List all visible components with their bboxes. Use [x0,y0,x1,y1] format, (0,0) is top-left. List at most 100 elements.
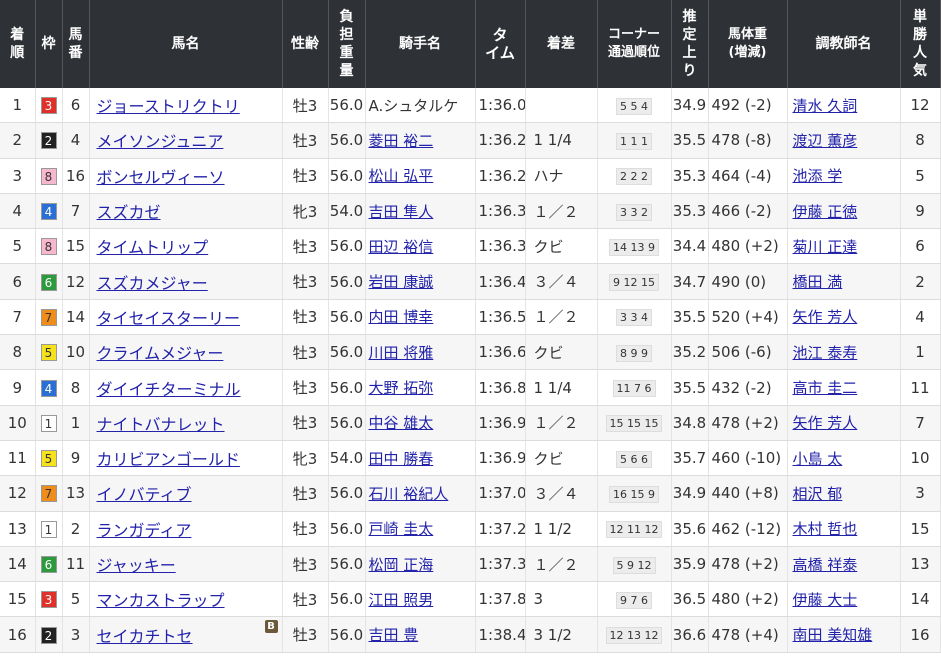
horse-name-link[interactable]: ナイトバナレット [93,415,225,434]
horse-name-link[interactable]: ジャッキー [93,556,176,575]
header-waku: 枠 [35,0,63,88]
last3f-cell: 34.9 [671,88,709,124]
popularity-cell: 6 [900,228,941,265]
jockey-cell: A.シュタルケ [365,88,476,124]
weight-cell: 56.0 [328,581,366,618]
horse-name-link[interactable]: メイソンジュニア [93,132,224,151]
horse-name-link[interactable]: スズカメジャー [93,274,208,293]
jockey-link[interactable]: 吉田 豊 [369,626,419,644]
horse-name-cell: メイソンジュニア [89,122,283,159]
jockey-link[interactable]: 松山 弘平 [369,167,434,185]
jockey-link[interactable]: 江田 照男 [369,591,434,609]
trainer-link[interactable]: 清水 久詞 [793,97,858,115]
horse-name-link[interactable]: タイセイスターリー [93,309,241,328]
trainer-link[interactable]: 高橋 祥泰 [793,556,858,574]
trainer-link[interactable]: 伊藤 正徳 [793,203,858,221]
header-time: タイム [475,0,526,88]
trainer-link[interactable]: 橋田 満 [793,273,843,291]
trainer-link[interactable]: 矢作 芳人 [793,414,858,432]
jockey-link[interactable]: 内田 博幸 [369,308,434,326]
waku-badge: 4 [40,379,57,397]
jockey-link[interactable]: 田中 勝春 [369,450,434,468]
trainer-link[interactable]: 高市 圭二 [793,379,858,397]
waku-badge: 5 [40,450,57,468]
popularity-cell: 5 [900,158,941,194]
margin-cell: １／２ [525,299,598,336]
weight-cell: 56.0 [328,334,366,371]
sex-age-cell: 牡3 [282,263,329,300]
header-sex-age: 性齢 [282,0,329,88]
trainer-link[interactable]: 池江 泰寿 [793,344,858,362]
waku-badge: 2 [40,626,57,644]
popularity-cell: 12 [900,88,941,124]
horse-name-link[interactable]: セイカチトセ [93,627,193,646]
corner-cell: 11 7 6 [597,369,672,406]
trainer-link[interactable]: 小島 太 [793,450,843,468]
time-cell: 1:36.6 [475,334,526,371]
horse-name-cell: スズカゼ [89,193,283,230]
blinker-badge-icon: B [264,620,278,634]
last3f-cell: 35.7 [671,440,709,477]
trainer-link[interactable]: 矢作 芳人 [793,308,858,326]
horse-name-link[interactable]: ジョーストリクトリ [93,97,240,116]
trainer-link[interactable]: 南田 美知雄 [793,626,873,644]
body-weight-cell: 478 (+2) [708,405,788,441]
weight-cell: 54.0 [328,193,366,230]
rank-cell: 1 [0,88,36,124]
jockey-link[interactable]: 松岡 正海 [369,556,434,574]
header-trainer: 調教師名 [787,0,901,88]
jockey-link[interactable]: 戸崎 圭太 [369,520,434,538]
jockey-link[interactable]: 岩田 康誠 [369,273,434,291]
table-row: 2 2 4 メイソンジュニア 牡3 56.0 菱田 裕二 1:36.2 1 1/4 1 1 1 35… [0,122,941,159]
jockey-link[interactable]: 川田 将雅 [369,344,434,362]
horse-name-link[interactable]: クライムメジャー [93,344,224,363]
horse-name-cell: ダイイチターミナル [89,369,283,406]
trainer-link[interactable]: 伊藤 大士 [793,591,858,609]
trainer-link[interactable]: 渡辺 薫彦 [793,132,858,150]
horse-name-link[interactable]: スズカゼ [93,203,161,222]
trainer-link[interactable]: 池添 学 [793,167,843,185]
horse-name-link[interactable]: ボンセルヴィーソ [93,168,225,187]
weight-cell: 56.0 [328,405,366,441]
horse-name-link[interactable]: タイムトリップ [93,238,209,257]
weight-cell: 56.0 [328,616,366,653]
trainer-link[interactable]: 相沢 郁 [793,485,843,503]
corner-cell: 1 1 1 [597,122,672,159]
jockey-link[interactable]: 大野 拓弥 [369,379,434,397]
horse-name-link[interactable]: イノバティブ [93,485,192,504]
sex-age-cell: 牝3 [282,440,329,477]
table-row: 6 6 12 スズカメジャー 牡3 56.0 岩田 康誠 1:36.4 ３／４ 9 12 15 34… [0,263,941,300]
jockey-link[interactable]: 石川 裕紀人 [369,485,449,503]
trainer-link[interactable]: 菊川 正達 [793,238,858,256]
jockey-cell: 吉田 豊 [365,616,476,653]
race-results-table: 着順 枠 馬番 馬名 性齢 負担重量 騎手名 タイム 着差 コーナー通過順位 推… [0,0,941,653]
corner-cell: 3 3 4 [597,299,672,336]
margin-cell: ３／４ [525,263,598,300]
last3f-cell: 35.3 [671,158,709,194]
rank-cell: 3 [0,158,36,194]
popularity-cell: 1 [900,334,941,371]
corner-cell: 5 5 4 [597,88,672,124]
horse-name-link[interactable]: ランガディア [93,521,192,540]
margin-cell: 1 1/4 [525,369,598,406]
body-weight-cell: 490 (0) [708,263,788,300]
corner-cell: 2 2 2 [597,158,672,194]
jockey-link[interactable]: 吉田 隼人 [369,203,434,221]
jockey-link[interactable]: 菱田 裕二 [369,132,434,150]
trainer-cell: 高市 圭二 [787,369,901,406]
sex-age-cell: 牡3 [282,581,329,618]
horse-name-link[interactable]: カリビアンゴールド [93,450,240,469]
umaban-cell: 1 [62,405,90,441]
trainer-cell: 矢作 芳人 [787,299,901,336]
rank-cell: 11 [0,440,36,477]
jockey-link[interactable]: 中谷 雄太 [369,414,434,432]
margin-cell: 1 1/4 [525,122,598,159]
trainer-link[interactable]: 木村 哲也 [793,520,858,538]
horse-name-cell: カリビアンゴールド [89,440,283,477]
horse-name-link[interactable]: ダイイチターミナル [93,380,241,399]
table-row: 9 4 8 ダイイチターミナル 牡3 56.0 大野 拓弥 1:36.8 1 1/4 11 7 6… [0,369,941,406]
trainer-cell: 池添 学 [787,158,901,194]
weight-cell: 56.0 [328,158,366,194]
jockey-link[interactable]: 田辺 裕信 [369,238,434,256]
horse-name-link[interactable]: マンカストラップ [93,591,225,610]
